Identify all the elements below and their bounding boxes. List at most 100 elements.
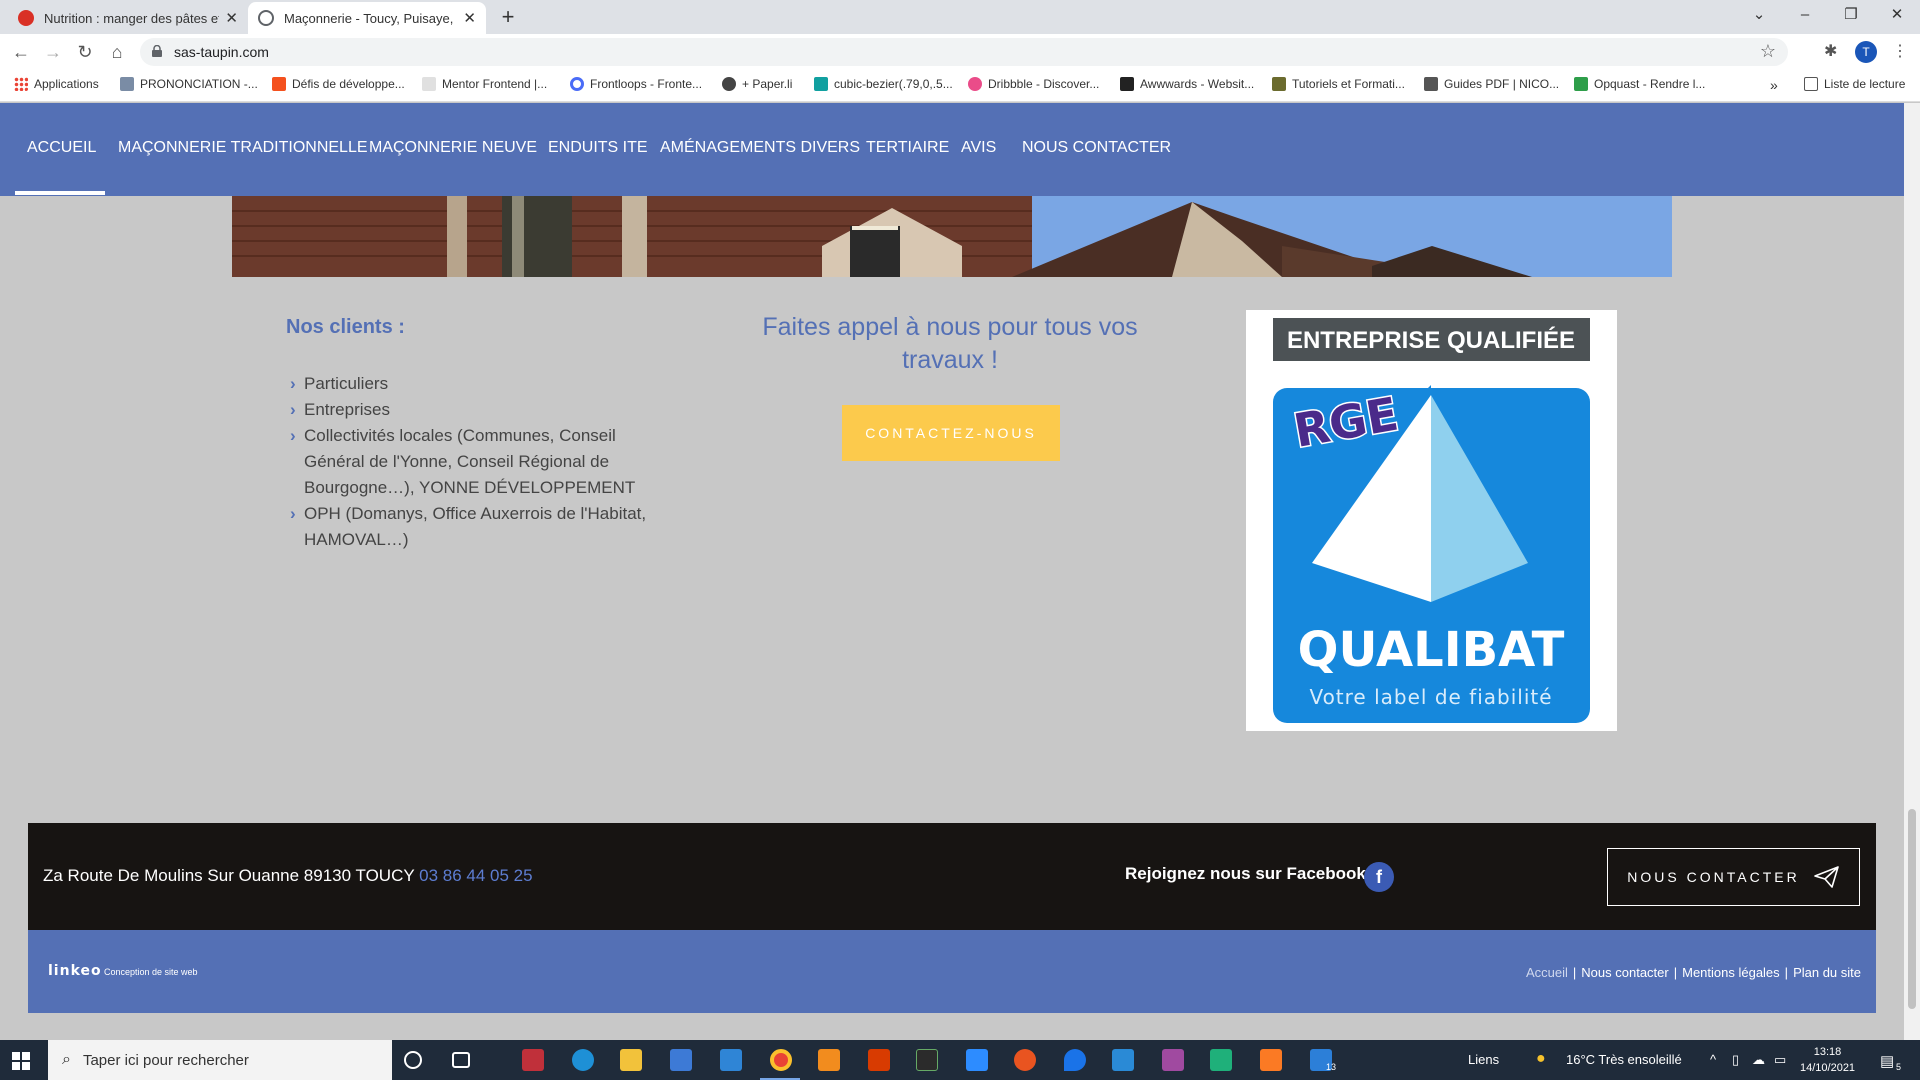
edge-icon[interactable] (572, 1049, 594, 1071)
contactez-nous-button[interactable]: CONTACTEZ-NOUS (842, 405, 1060, 461)
home-icon[interactable]: ⌂ (104, 40, 130, 64)
reload-icon[interactable]: ↻ (72, 40, 98, 64)
nav-item-tertiaire[interactable]: TERTIAIRE (866, 139, 949, 157)
page-scrollbar[interactable] (1904, 103, 1920, 1040)
browser-tab-nutrition[interactable]: Nutrition : manger des pâtes et c ✕ (8, 2, 248, 34)
browser-tab-maconnerie[interactable]: Maçonnerie - Toucy, Puisaye, Yon ✕ (248, 2, 486, 34)
tab-search-chevron-icon[interactable]: ⌄ (1736, 0, 1782, 30)
sublime-text-icon[interactable] (818, 1049, 840, 1071)
chrome-icon[interactable] (770, 1049, 792, 1071)
clients-heading: Nos clients : (286, 316, 405, 338)
close-window-button[interactable]: ✕ (1874, 0, 1920, 30)
apps-grid-icon (14, 77, 28, 91)
bookmark-awwwards[interactable]: Awwwards - Websit... (1120, 77, 1254, 91)
bookmark-prononciation[interactable]: PRONONCIATION -... (120, 77, 258, 91)
windows-taskbar: ⌕ Taper ici pour rechercher 13 Liens ● 1… (0, 1040, 1920, 1080)
task-view-icon[interactable] (452, 1052, 470, 1068)
maps-pin-icon[interactable] (1064, 1049, 1086, 1071)
bookmark-paperli[interactable]: + Paper.li (722, 77, 792, 91)
facebook-join-text[interactable]: Rejoignez nous sur Facebook (1125, 864, 1366, 884)
app-red-icon[interactable] (522, 1049, 544, 1071)
facebook-icon[interactable]: f (1364, 862, 1394, 892)
nav-item-maconnerie-traditionnelle[interactable]: MAÇONNERIE TRADITIONNELLE (118, 139, 368, 157)
nav-item-amenagements-divers[interactable]: AMÉNAGEMENTS DIVERS (660, 139, 860, 157)
office-icon[interactable] (868, 1049, 890, 1071)
linkeo-logo[interactable]: linkeo (48, 963, 102, 979)
bookmark-star-icon[interactable]: ☆ (1760, 41, 1776, 62)
site-main-nav: ACCUEIL MAÇONNERIE TRADITIONNELLE MAÇONN… (0, 103, 1904, 196)
new-tab-button[interactable]: + (494, 4, 522, 32)
nav-item-enduits-ite[interactable]: ENDUITS ITE (548, 139, 648, 157)
qualibat-brand-text: QUALIBAT (1298, 622, 1565, 678)
onedrive-cloud-icon[interactable]: ☁ (1752, 1052, 1765, 1068)
bookmark-applications[interactable]: Applications (14, 77, 99, 91)
bookmark-opquast[interactable]: Opquast - Rendre l... (1574, 77, 1705, 91)
tray-chevron-icon[interactable]: ^ (1710, 1052, 1716, 1067)
reading-list-button[interactable]: Liste de lecture (1804, 77, 1905, 91)
list-item: Collectivités locales (Communes, Conseil… (290, 423, 654, 501)
app-purple-icon[interactable] (1162, 1049, 1184, 1071)
lock-icon (152, 45, 162, 57)
nav-item-accueil[interactable]: ACCUEIL (27, 139, 96, 157)
badge-header-text: ENTREPRISE QUALIFIÉE (1287, 326, 1575, 354)
paper-plane-icon (1813, 866, 1839, 888)
footer-legal-bar: linkeo Conception de site web Accueil | No… (28, 930, 1876, 1013)
weather-text[interactable]: 16°C Très ensoleillé (1566, 1052, 1682, 1067)
ubuntu-icon[interactable] (1014, 1049, 1036, 1071)
bookmark-favicon-icon (1272, 77, 1286, 91)
vscode-icon[interactable] (1112, 1049, 1134, 1071)
app-dark-icon[interactable] (916, 1049, 938, 1071)
back-arrow-icon[interactable]: ← (8, 40, 34, 64)
minimize-button[interactable]: – (1782, 0, 1828, 30)
nous-contacter-button[interactable]: NOUS CONTACTER (1607, 848, 1860, 906)
file-explorer-icon[interactable] (620, 1049, 642, 1071)
taskbar-clock[interactable]: 13:18 14/10/2021 (1800, 1044, 1855, 1076)
mail-icon[interactable] (720, 1049, 742, 1071)
zoom-icon[interactable] (966, 1049, 988, 1071)
qualibat-tagline-text: Votre label de fiabilité (1309, 685, 1552, 709)
bookmark-favicon-icon (1424, 77, 1438, 91)
restore-button[interactable]: ❐ (1828, 0, 1874, 30)
bookmark-defis[interactable]: Défis de développe... (272, 77, 405, 91)
bookmark-dribbble[interactable]: Dribbble - Discover... (968, 77, 1099, 91)
notifications-icon[interactable]: ▤ (1880, 1052, 1894, 1070)
footer-link-nous-contacter[interactable]: Nous contacter (1581, 965, 1668, 980)
nav-item-maconnerie-neuve[interactable]: MAÇONNERIE NEUVE (369, 139, 537, 157)
bookmark-guides-pdf[interactable]: Guides PDF | NICO... (1424, 77, 1559, 91)
forward-arrow-icon[interactable]: → (40, 40, 66, 64)
tab-title: Maçonnerie - Toucy, Puisaye, Yon (284, 10, 457, 26)
nav-item-nous-contacter[interactable]: NOUS CONTACTER (1022, 139, 1171, 157)
profile-avatar[interactable]: T (1855, 41, 1877, 63)
web-page: ACCUEIL MAÇONNERIE TRADITIONNELLE MAÇONN… (0, 103, 1904, 1040)
bookmarks-bar: Applications PRONONCIATION -... Défis de… (0, 70, 1920, 102)
bookmark-cubic-bezier[interactable]: cubic-bezier(.79,0,.5... (814, 77, 953, 91)
store-icon[interactable] (670, 1049, 692, 1071)
windows-start-icon[interactable] (12, 1052, 30, 1070)
footer-link-plan-du-site[interactable]: Plan du site (1793, 965, 1861, 980)
footer-link-mentions-legales[interactable]: Mentions légales (1682, 965, 1780, 980)
taskbar-search-box[interactable]: ⌕ Taper ici pour rechercher (48, 1040, 392, 1080)
tab-close-icon[interactable]: ✕ (463, 9, 476, 27)
phone-link[interactable]: 03 86 44 05 25 (419, 866, 532, 885)
cortana-icon[interactable] (404, 1051, 422, 1069)
liens-toolbar[interactable]: Liens (1468, 1052, 1499, 1067)
tray-device-icon[interactable]: ▯ (1732, 1052, 1739, 1068)
bookmark-mentor-frontend[interactable]: Mentor Frontend |... (422, 77, 547, 91)
footer-link-accueil[interactable]: Accueil (1526, 965, 1568, 980)
bookmark-frontloops[interactable]: Frontloops - Fronte... (570, 77, 702, 91)
browser-menu-icon[interactable]: ⋮ (1892, 41, 1908, 61)
bookmark-favicon-icon (120, 77, 134, 91)
app-badge-count: 13 (1326, 1062, 1337, 1072)
xampp-icon[interactable] (1260, 1049, 1282, 1071)
clock-time: 13:18 (1813, 1046, 1842, 1058)
app-green-arrow-icon[interactable] (1210, 1049, 1232, 1071)
extensions-puzzle-icon[interactable]: ✱ (1824, 41, 1837, 61)
address-bar[interactable]: sas-taupin.com ☆ (140, 38, 1788, 66)
tab-close-icon[interactable]: ✕ (225, 9, 238, 27)
scrollbar-thumb[interactable] (1908, 809, 1916, 1009)
bookmarks-overflow-icon[interactable]: » (1770, 77, 1778, 93)
nav-item-avis[interactable]: AVIS (961, 139, 996, 157)
bookmark-tutoriels[interactable]: Tutoriels et Formati... (1272, 77, 1405, 91)
clock-date: 14/10/2021 (1800, 1062, 1856, 1074)
battery-icon[interactable]: ▭ (1774, 1052, 1786, 1068)
